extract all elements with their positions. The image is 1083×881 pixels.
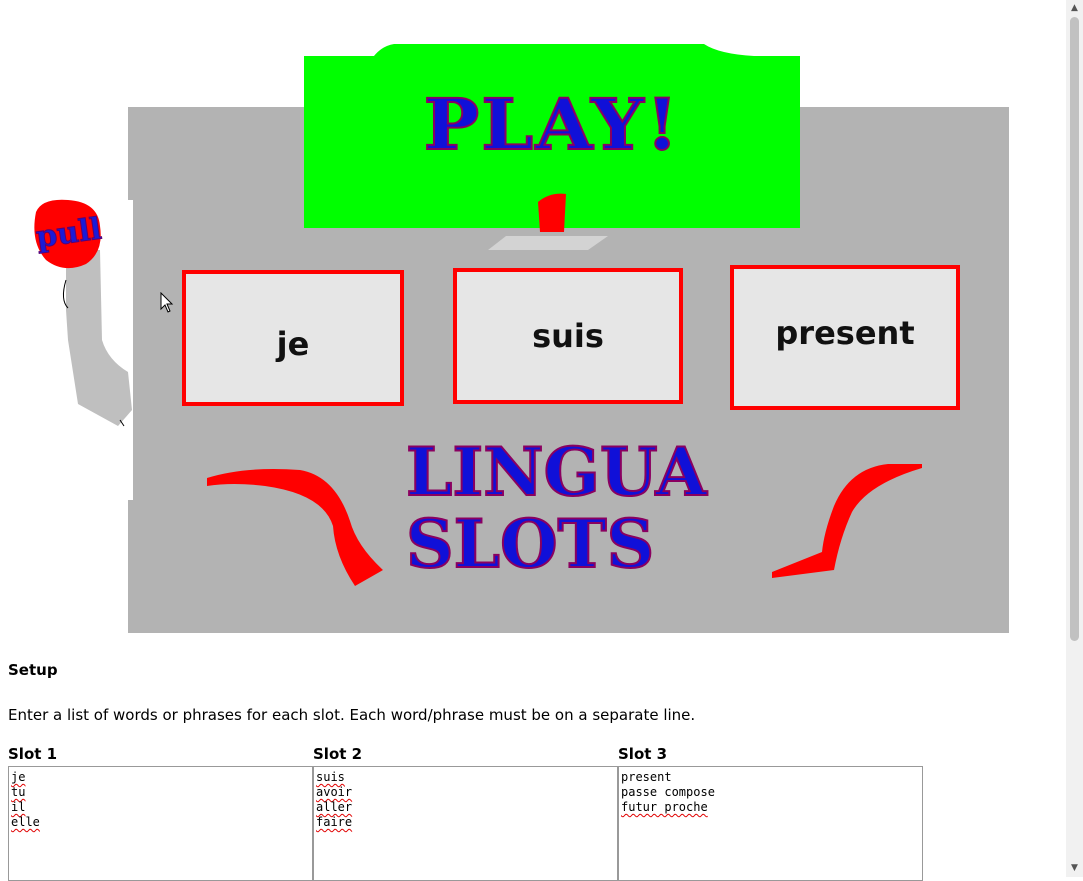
game-title: LINGUA SLOTS bbox=[405, 433, 766, 583]
left-swoosh bbox=[207, 469, 383, 586]
reel-1: je bbox=[182, 270, 404, 406]
slot-2-line: avoir bbox=[316, 785, 353, 799]
slot-3-line: passe compose bbox=[621, 785, 715, 799]
slot-2-line: faire bbox=[316, 815, 353, 829]
chevron-down-icon[interactable]: ▼ bbox=[1066, 860, 1083, 877]
right-swoosh bbox=[772, 464, 922, 578]
arrow-cursor-icon bbox=[160, 292, 174, 313]
slot-1-line: tu bbox=[11, 785, 26, 799]
reel-1-text: je bbox=[276, 325, 310, 363]
scroll-thumb[interactable] bbox=[1070, 17, 1079, 641]
slot-2-label: Slot 2 bbox=[313, 745, 363, 763]
slot-1-line: il bbox=[11, 800, 26, 814]
chevron-up-icon[interactable]: ▲ bbox=[1066, 0, 1083, 17]
play-label[interactable]: PLAY! bbox=[304, 89, 800, 161]
title-line-2: SLOTS bbox=[405, 505, 655, 583]
slot-1-line: elle bbox=[11, 815, 40, 829]
reel-3-text: present bbox=[775, 313, 915, 352]
setup-instructions: Enter a list of words or phrases for eac… bbox=[8, 706, 696, 724]
reel-2-text: suis bbox=[532, 317, 604, 355]
play-tray bbox=[488, 193, 608, 250]
reel-3: present bbox=[730, 265, 960, 410]
slot-2-textarea[interactable]: suis avoir aller faire bbox=[313, 766, 618, 881]
slot-3-line: futur proche bbox=[621, 800, 708, 814]
reel-2: suis bbox=[453, 268, 683, 404]
setup-heading: Setup bbox=[8, 661, 58, 679]
slot-2-line: suis bbox=[316, 770, 345, 784]
slot-1-label: Slot 1 bbox=[8, 745, 58, 763]
page-scrollbar[interactable]: ▲ ▼ bbox=[1066, 0, 1083, 877]
slot-3-label: Slot 3 bbox=[618, 745, 668, 763]
slot-3-textarea[interactable]: present passe compose futur proche bbox=[618, 766, 923, 881]
slot-1-textarea[interactable]: je tu il elle bbox=[8, 766, 313, 881]
slot-3-line: present bbox=[621, 770, 672, 784]
title-line-1: LINGUA bbox=[405, 433, 708, 511]
slot-1-line: je bbox=[11, 770, 26, 784]
slot-2-line: aller bbox=[316, 800, 353, 814]
